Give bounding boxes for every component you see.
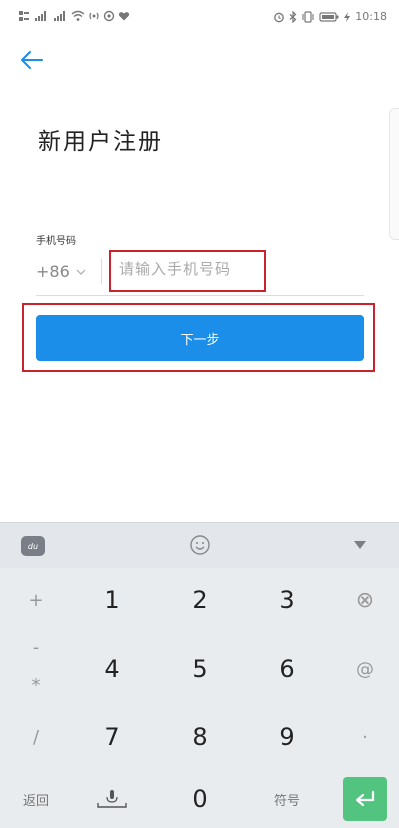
microphone-icon <box>97 790 127 808</box>
numeric-keyboard: + 1 2 3 ⊗ - * 4 5 6 @ / 7 8 9 · 返回 0 符号 <box>0 568 399 828</box>
key-3[interactable]: 3 <box>265 582 309 618</box>
country-code-selector[interactable]: +86 <box>36 262 86 281</box>
key-4[interactable]: 4 <box>90 651 134 687</box>
heart-icon <box>118 12 130 21</box>
key-minus[interactable]: - <box>14 634 58 660</box>
next-button[interactable]: 下一步 <box>36 315 364 361</box>
page-title: 新用户注册 <box>38 129 163 155</box>
next-button-highlight: 下一步 <box>22 303 375 372</box>
edge-panel-handle[interactable] <box>389 108 399 240</box>
status-bar-right: 10:18 <box>273 10 387 23</box>
charging-icon <box>344 11 351 22</box>
key-plus[interactable]: + <box>14 582 58 618</box>
wifi-icon <box>71 10 85 21</box>
app-icon <box>103 10 115 22</box>
back-button[interactable] <box>18 48 46 72</box>
key-9[interactable]: 9 <box>265 719 309 755</box>
keyboard-toolbar: du <box>0 522 399 568</box>
country-code: +86 <box>36 262 70 281</box>
key-5[interactable]: 5 <box>178 651 222 687</box>
key-0[interactable]: 0 <box>178 781 222 817</box>
battery-icon <box>319 11 339 22</box>
key-at[interactable]: @ <box>343 651 387 687</box>
key-delete[interactable]: ⊗ <box>343 582 387 618</box>
status-bar: 10:18 <box>0 0 399 34</box>
input-underline <box>36 295 364 296</box>
key-asterisk[interactable]: * <box>14 672 58 698</box>
key-back[interactable]: 返回 <box>12 781 60 817</box>
keyboard-logo-text: du <box>27 541 39 551</box>
key-8[interactable]: 8 <box>178 719 222 755</box>
status-time: 10:18 <box>355 10 387 23</box>
smiley-icon[interactable] <box>189 534 211 556</box>
keyboard-logo-icon[interactable]: du <box>21 536 45 556</box>
triangle-down-icon[interactable] <box>353 540 367 550</box>
divider <box>101 258 102 284</box>
signal-icon <box>35 11 46 21</box>
vibrate-icon <box>302 10 314 23</box>
bluetooth-icon <box>289 10 297 23</box>
key-2[interactable]: 2 <box>178 582 222 618</box>
signal-icon <box>54 11 65 21</box>
status-bar-left <box>18 10 130 22</box>
hotspot-icon <box>89 12 99 20</box>
chevron-down-icon <box>76 269 86 275</box>
sim-icon <box>19 11 29 21</box>
key-1[interactable]: 1 <box>90 582 134 618</box>
phone-input-highlight <box>109 250 266 292</box>
key-symbols[interactable]: 符号 <box>263 781 311 817</box>
key-6[interactable]: 6 <box>265 651 309 687</box>
key-dot[interactable]: · <box>343 719 387 755</box>
key-slash[interactable]: / <box>14 719 58 755</box>
arrow-left-icon <box>21 51 43 69</box>
enter-button[interactable] <box>343 777 387 821</box>
alarm-icon <box>274 12 285 22</box>
enter-icon <box>355 790 375 807</box>
phone-label: 手机号码 <box>36 236 76 247</box>
key-7[interactable]: 7 <box>90 719 134 755</box>
key-microphone[interactable] <box>90 781 134 817</box>
phone-input[interactable] <box>119 260 259 278</box>
